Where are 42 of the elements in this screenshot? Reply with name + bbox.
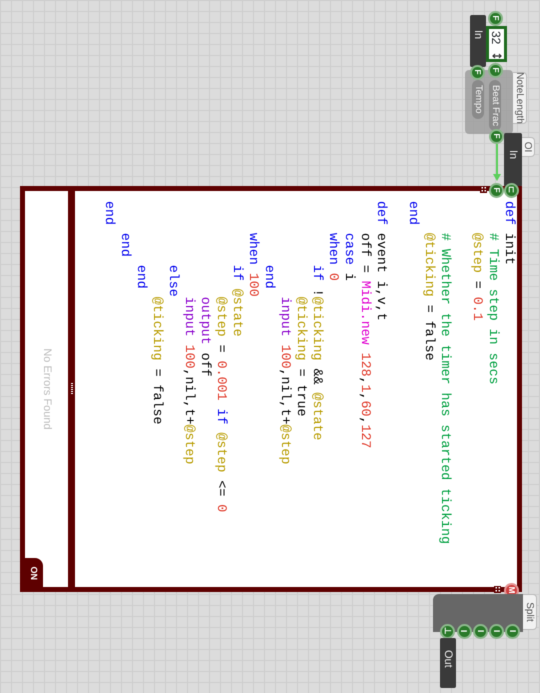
input-label: Tempo <box>472 80 484 119</box>
code-line: # Time step in secs <box>485 232 501 387</box>
code-line: end <box>261 264 277 291</box>
code-line: off = Midi.new 128,1,60,127 <box>357 232 373 450</box>
code-line: def event i,v,t <box>373 201 389 323</box>
node-title: Split <box>523 594 537 630</box>
code-line: case i <box>341 232 357 283</box>
input-label: Beat Frac <box>489 80 501 132</box>
code-line: when 0 <box>325 232 341 283</box>
code-line: input 100,nil,t+@step <box>277 296 293 466</box>
node-label: In <box>471 29 486 40</box>
code-line: # Whether the timer has started ticking <box>437 232 453 546</box>
status-text: No Errors Found <box>40 348 54 430</box>
code-line: if !@ticking && @state <box>309 264 325 442</box>
code-line: if @state <box>229 264 245 339</box>
number-field[interactable]: 32 <box>486 26 507 62</box>
on-toggle[interactable]: ON <box>25 558 44 587</box>
grip-icon[interactable] <box>480 186 488 192</box>
code-line: @ticking = true <box>293 296 309 418</box>
node-label: In <box>506 149 520 160</box>
code-line: input 100,nil,t+@step <box>181 296 197 466</box>
port[interactable]: F <box>490 182 504 198</box>
code-line: end <box>405 201 421 227</box>
code-line: @step = 0.001 if @step <= 0 <box>213 296 229 514</box>
node-label: Out <box>441 649 456 668</box>
code-line: when 100 <box>245 232 261 299</box>
code-line: else <box>165 264 181 299</box>
code-line: output off <box>197 296 213 379</box>
node-title: OI <box>522 137 535 157</box>
code-line: end <box>117 232 133 259</box>
code-line: end <box>133 264 149 291</box>
code-line: @ticking = false <box>421 232 437 363</box>
divider-grip-icon[interactable] <box>71 383 73 395</box>
code-line: @step = 0.1 <box>469 232 485 323</box>
spinner-icon[interactable] <box>492 51 502 61</box>
node-title: NoteLength <box>513 72 527 124</box>
port[interactable]: F <box>488 62 504 78</box>
port[interactable]: F <box>488 10 504 26</box>
code-line: def init <box>501 201 517 267</box>
code-line: @ticking = false <box>149 296 165 426</box>
wire-arrow <box>492 144 502 182</box>
code-line: end <box>101 201 117 227</box>
